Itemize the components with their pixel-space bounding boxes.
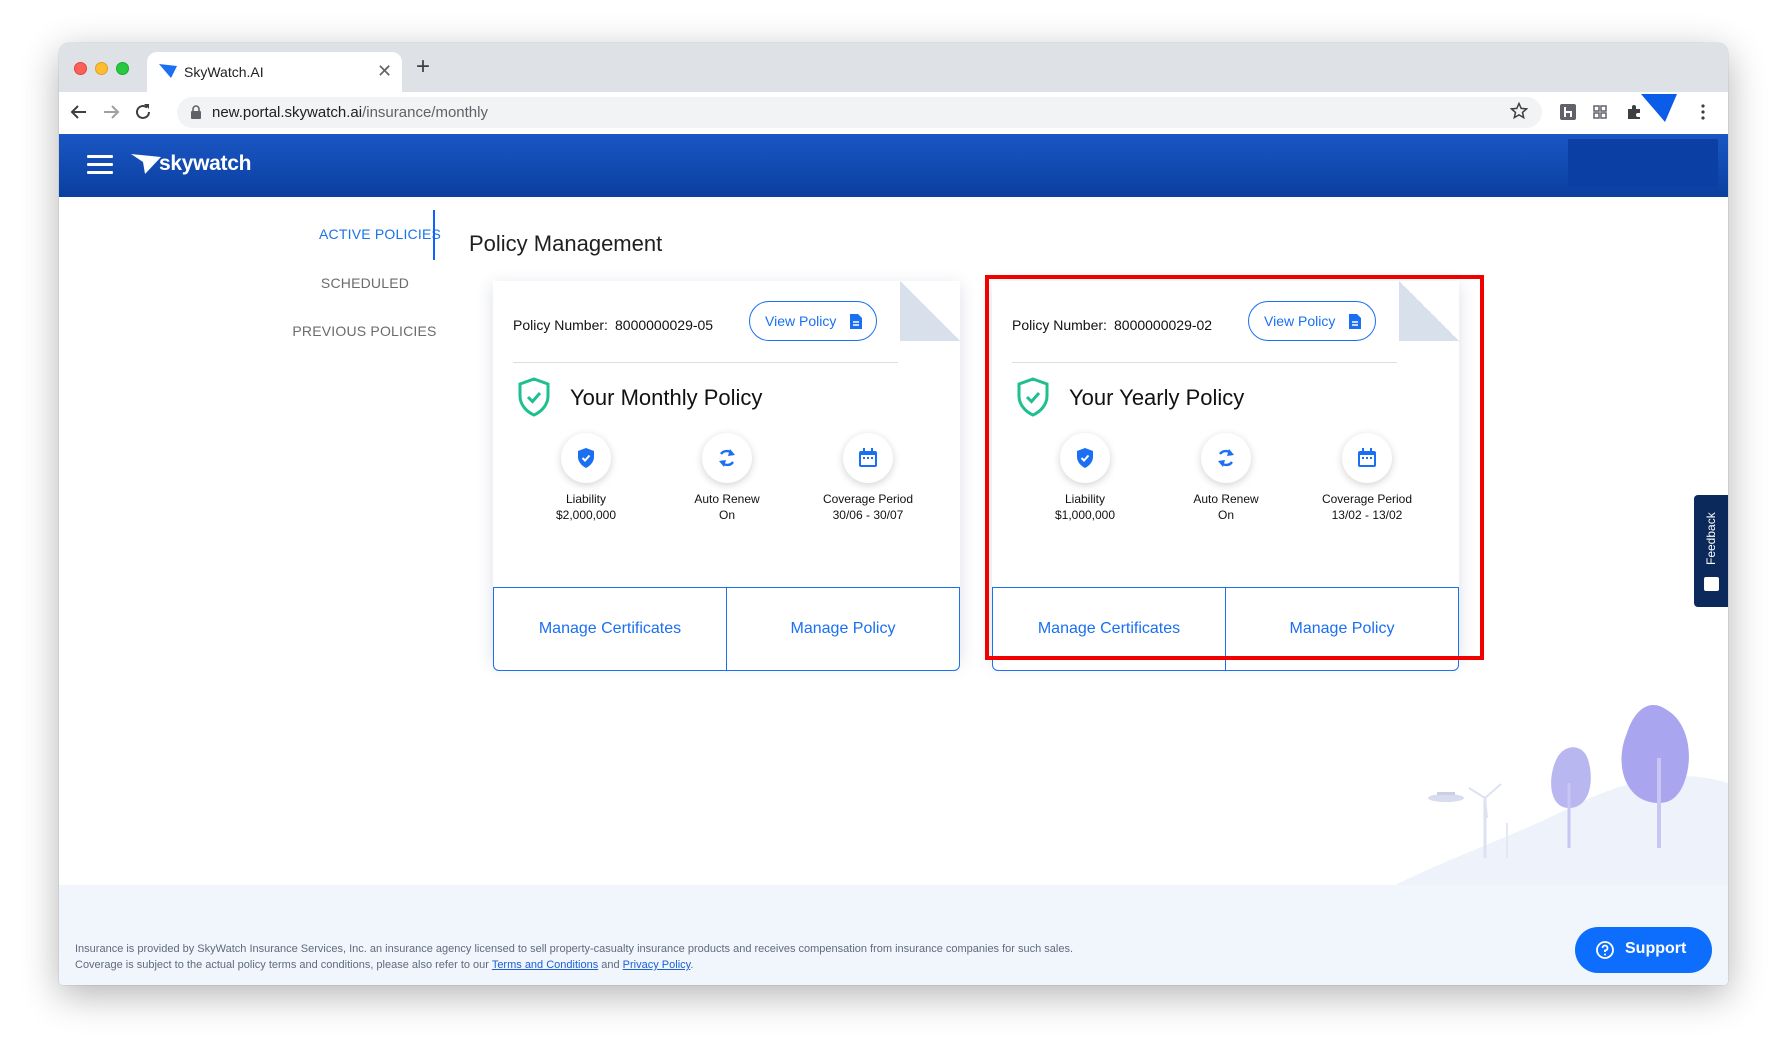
view-policy-button[interactable]: View Policy xyxy=(1248,301,1376,341)
document-icon xyxy=(850,314,862,329)
account-area[interactable] xyxy=(1568,139,1718,187)
card-divider xyxy=(1012,362,1397,363)
shield-check-icon xyxy=(1017,377,1049,417)
liability-icon-circle xyxy=(1060,433,1110,483)
lock-icon xyxy=(191,105,201,119)
extension-icon[interactable] xyxy=(1559,103,1577,121)
policy-number-label: Policy Number: xyxy=(1012,317,1107,333)
shield-check-icon xyxy=(578,448,594,468)
sidenav-scheduled[interactable]: SCHEDULED xyxy=(315,275,415,291)
manage-policy-button[interactable]: Manage Policy xyxy=(1225,587,1459,671)
feature-value: On xyxy=(1217,508,1234,522)
view-policy-label: View Policy xyxy=(1264,313,1336,329)
policy-heading: Your Yearly Policy xyxy=(1069,385,1245,410)
sync-icon xyxy=(719,449,735,467)
browser-menu-icon[interactable] xyxy=(1694,103,1712,121)
support-label: Support xyxy=(1625,940,1687,957)
grid-extension-icon[interactable] xyxy=(1591,103,1609,121)
browser-tab[interactable]: SkyWatch.AI ✕ xyxy=(147,52,402,92)
privacy-link[interactable]: Privacy Policy xyxy=(623,959,691,971)
feature-value: 30/06 - 30/07 xyxy=(832,508,904,522)
feature-coverage-period: Coverage Period 13/02 - 13/02 xyxy=(1302,433,1432,522)
maximize-window-button[interactable] xyxy=(116,62,129,75)
page-fold-decoration xyxy=(1399,281,1459,341)
page-title: Policy Management xyxy=(469,231,663,256)
app-header: skywatch xyxy=(59,134,1728,197)
feature-name: Liability xyxy=(565,492,607,506)
card-actions: Manage Certificates Manage Policy xyxy=(493,587,960,671)
forward-arrow-icon[interactable] xyxy=(100,101,122,123)
policy-number-label: Policy Number: xyxy=(513,317,608,333)
feature-value: On xyxy=(718,508,735,522)
shield-check-icon xyxy=(1077,448,1093,468)
view-policy-label: View Policy xyxy=(765,313,837,329)
sidenav-active-policies[interactable]: ACTIVE POLICIES xyxy=(319,226,474,242)
support-button[interactable]: Support xyxy=(1575,927,1712,973)
feature-coverage-period: Coverage Period 30/06 - 30/07 xyxy=(803,433,933,522)
shield-check-icon xyxy=(518,377,550,417)
feature-name: Liability xyxy=(1064,492,1106,506)
new-tab-button[interactable]: + xyxy=(416,55,430,79)
feedback-tab[interactable]: Feedback xyxy=(1694,495,1728,607)
feedback-chat-icon xyxy=(1704,577,1719,591)
terms-link[interactable]: Terms and Conditions xyxy=(492,959,598,971)
feature-auto-renew: Auto Renew On xyxy=(662,433,792,522)
sync-icon xyxy=(1218,449,1234,467)
feature-value: 13/02 - 13/02 xyxy=(1331,508,1403,522)
auto-renew-icon-circle xyxy=(702,433,752,483)
profile-avatar-icon[interactable] xyxy=(1641,92,1677,122)
document-icon xyxy=(1349,314,1361,329)
feature-value: $2,000,000 xyxy=(555,508,617,522)
address-bar[interactable]: new.portal.skywatch.ai/insurance/monthly xyxy=(177,97,1542,128)
coverage-icon-circle xyxy=(1342,433,1392,483)
feature-liability: Liability $2,000,000 xyxy=(521,433,651,522)
calendar-icon xyxy=(859,448,877,467)
feature-name: Auto Renew xyxy=(694,492,760,506)
help-circle-icon xyxy=(1596,941,1614,959)
logo-text: skywatch xyxy=(159,152,252,175)
coverage-icon-circle xyxy=(843,433,893,483)
feature-liability: Liability $1,000,000 xyxy=(1020,433,1150,522)
footer-disclaimer: Insurance is provided by SkyWatch Insura… xyxy=(75,943,1074,971)
page-fold-decoration xyxy=(900,281,960,341)
feature-name: Auto Renew xyxy=(1193,492,1259,506)
view-policy-button[interactable]: View Policy xyxy=(749,301,877,341)
policy-heading: Your Monthly Policy xyxy=(570,385,763,410)
policy-number-value: 8000000029-05 xyxy=(615,317,714,333)
manage-policy-button[interactable]: Manage Policy xyxy=(726,587,960,671)
policy-card-yearly: Policy Number: 8000000029-02 View Policy… xyxy=(992,281,1459,671)
skywatch-favicon-icon xyxy=(159,64,177,78)
browser-toolbar: new.portal.skywatch.ai/insurance/monthly xyxy=(59,92,1728,134)
feature-name: Coverage Period xyxy=(822,492,914,506)
calendar-icon xyxy=(1358,448,1376,467)
policy-card-monthly: Policy Number: 8000000029-05 View Policy… xyxy=(493,281,960,671)
tab-close-icon[interactable]: ✕ xyxy=(377,61,392,81)
feature-name: Coverage Period xyxy=(1321,492,1413,506)
reload-icon[interactable] xyxy=(132,101,154,123)
liability-icon-circle xyxy=(561,433,611,483)
close-window-button[interactable] xyxy=(74,62,87,75)
feature-auto-renew: Auto Renew On xyxy=(1161,433,1291,522)
landscape-illustration xyxy=(1389,704,1728,888)
feature-value: $1,000,000 xyxy=(1054,508,1116,522)
minimize-window-button[interactable] xyxy=(95,62,108,75)
skywatch-logo-mark-icon xyxy=(131,154,161,174)
card-actions: Manage Certificates Manage Policy xyxy=(992,587,1459,671)
manage-certificates-button[interactable]: Manage Certificates xyxy=(493,587,727,671)
hamburger-menu-icon[interactable] xyxy=(87,155,113,175)
url-text: new.portal.skywatch.ai/insurance/monthly xyxy=(212,104,488,121)
active-indicator xyxy=(433,210,435,260)
bookmark-star-icon[interactable] xyxy=(1510,102,1528,120)
card-divider xyxy=(513,362,898,363)
tab-strip: SkyWatch.AI ✕ + xyxy=(59,43,1728,92)
auto-renew-icon-circle xyxy=(1201,433,1251,483)
policy-number-value: 8000000029-02 xyxy=(1114,317,1213,333)
feedback-label: Feedback xyxy=(1704,512,1718,566)
manage-certificates-button[interactable]: Manage Certificates xyxy=(992,587,1226,671)
browser-window: SkyWatch.AI ✕ + new.portal.skywatch.ai/i… xyxy=(59,43,1728,985)
sidenav-previous-policies[interactable]: PREVIOUS POLICIES xyxy=(287,323,442,339)
tab-title: SkyWatch.AI xyxy=(184,64,264,80)
back-arrow-icon[interactable] xyxy=(68,101,90,123)
